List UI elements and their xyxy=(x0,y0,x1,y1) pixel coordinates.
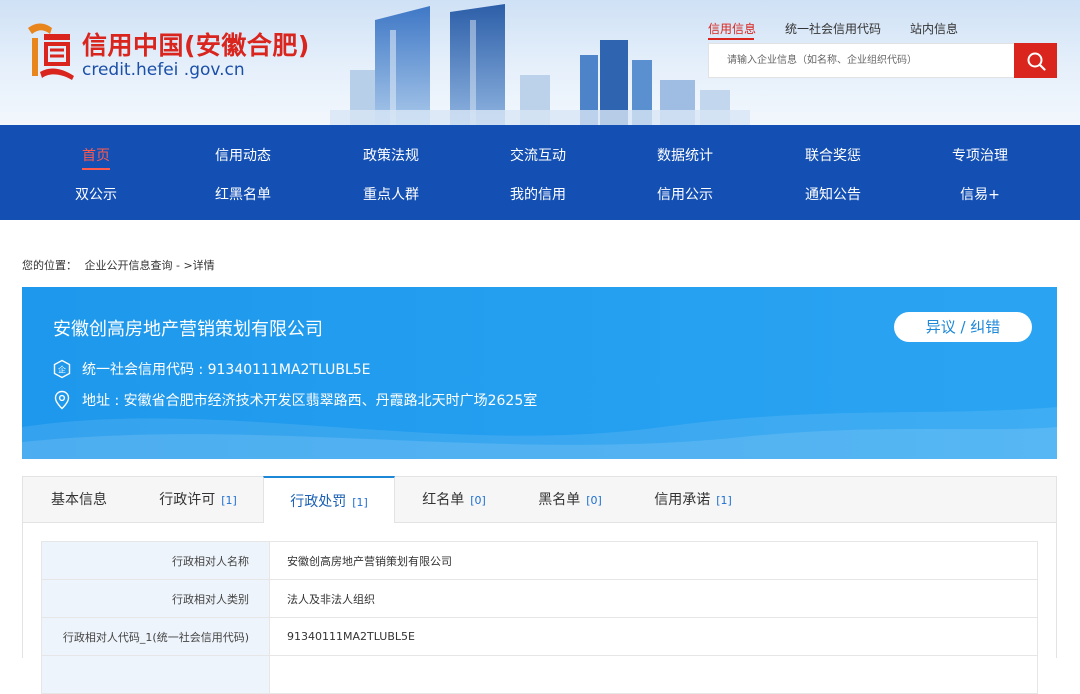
nav-item-home[interactable]: 首页 xyxy=(22,145,170,165)
company-name: 安徽创高房地产营销策划有限公司 xyxy=(53,319,323,340)
nav-item-credit-publicity[interactable]: 信用公示 xyxy=(611,184,759,204)
tabs-bar: 基本信息 行政许可 [1] 行政处罚 [1] 红名单 [0] 黑名单 [0] 信用承诺 [… xyxy=(23,476,1056,523)
tab-label: 红名单 xyxy=(422,492,465,508)
search-input[interactable] xyxy=(709,44,1014,77)
field-value: 安徽创高房地产营销策划有限公司 xyxy=(269,541,1038,580)
breadcrumb: 您的位置： 企业公开信息查询 - >详情 xyxy=(22,257,219,273)
nav-item-credit-news[interactable]: 信用动态 xyxy=(169,145,317,165)
location-pin-icon xyxy=(54,390,70,410)
svg-text:企: 企 xyxy=(58,365,66,375)
tab-label: 信用承诺 xyxy=(654,492,711,508)
search-button[interactable] xyxy=(1014,43,1057,78)
field-value: 91340111MA2TLUBL5E xyxy=(269,617,1038,656)
field-value: 法人及非法人组织 xyxy=(269,579,1038,618)
nav-item-interaction[interactable]: 交流互动 xyxy=(464,145,612,165)
table-row: 行政相对人代码_1(统一社会信用代码) 91340111MA2TLUBL5E xyxy=(41,617,1038,656)
tab-count: [0] xyxy=(586,494,602,507)
detail-panel: 基本信息 行政许可 [1] 行政处罚 [1] 红名单 [0] 黑名单 [0] 信用承诺 [… xyxy=(22,476,1057,694)
tab-count: [0] xyxy=(470,494,486,507)
logo-title: 信用中国(安徽合肥) xyxy=(82,31,310,60)
table-row: 行政相对人名称 安徽创高房地产营销策划有限公司 xyxy=(41,541,1038,580)
nav-active-indicator xyxy=(82,168,110,170)
field-label: 行政相对人类别 xyxy=(41,579,270,618)
top-link-site-info[interactable]: 站内信息 xyxy=(910,20,958,37)
site-logo[interactable]: 信用中国(安徽合肥) credit.hefei .gov.cn xyxy=(22,20,322,90)
tab-admin-penalty[interactable]: 行政处罚 [1] xyxy=(263,476,395,523)
search-icon xyxy=(1027,52,1046,71)
field-label: 行政相对人名称 xyxy=(41,541,270,580)
top-link-credit-info[interactable]: 信用信息 xyxy=(708,20,756,37)
top-link-credit-code[interactable]: 统一社会信用代码 xyxy=(785,20,881,37)
nav-item-my-credit[interactable]: 我的信用 xyxy=(464,184,612,204)
credit-logo-icon xyxy=(28,23,74,80)
field-value xyxy=(269,655,1038,694)
tab-count: [1] xyxy=(221,494,237,507)
search-box xyxy=(708,43,1015,78)
enterprise-badge-icon: 企 xyxy=(53,359,71,379)
nav-item-statistics[interactable]: 数据统计 xyxy=(611,145,759,165)
nav-item-special-governance[interactable]: 专项治理 xyxy=(906,145,1054,165)
tab-basic-info[interactable]: 基本信息 xyxy=(51,477,107,523)
tab-label: 基本信息 xyxy=(51,492,107,508)
main-nav: 首页 信用动态 政策法规 交流互动 数据统计 联合奖惩 专项治理 双公示 红黑名… xyxy=(0,125,1080,220)
nav-item-notices[interactable]: 通知公告 xyxy=(759,184,907,204)
nav-item-red-black-list[interactable]: 红黑名单 xyxy=(169,184,317,204)
nav-item-policy[interactable]: 政策法规 xyxy=(317,145,465,165)
address-text: 地址 : 安徽省合肥市经济技术开发区翡翠路西、丹霞路北天时广场2625室 xyxy=(82,393,538,409)
address-line: 地址 : 安徽省合肥市经济技术开发区翡翠路西、丹霞路北天时广场2625室 xyxy=(52,389,537,411)
credit-code-line: 企 统一社会信用代码 : 91340111MA2TLUBL5E xyxy=(52,358,371,380)
tab-red-list[interactable]: 红名单 [0] xyxy=(419,477,489,523)
tab-credit-commitment[interactable]: 信用承诺 [1] xyxy=(651,477,735,523)
tab-black-list[interactable]: 黑名单 [0] xyxy=(535,477,605,523)
nav-item-key-groups[interactable]: 重点人群 xyxy=(317,184,465,204)
site-header: 信用中国(安徽合肥) credit.hefei .gov.cn 信用信息 统一社… xyxy=(0,0,1080,125)
dispute-correction-button[interactable]: 异议 / 纠错 xyxy=(894,312,1032,342)
breadcrumb-prefix: 您的位置： xyxy=(22,259,77,272)
company-banner: 安徽创高房地产营销策划有限公司 异议 / 纠错 企 统一社会信用代码 : 913… xyxy=(22,287,1057,459)
nav-item-double-disclosure[interactable]: 双公示 xyxy=(22,184,170,204)
nav-item-rewards-punishments[interactable]: 联合奖惩 xyxy=(759,145,907,165)
field-label xyxy=(41,655,270,694)
top-link-active-indicator xyxy=(708,38,754,40)
credit-code-text: 统一社会信用代码 : 91340111MA2TLUBL5E xyxy=(82,362,371,378)
tab-label: 黑名单 xyxy=(538,492,581,508)
tab-label: 行政许可 xyxy=(159,492,216,508)
breadcrumb-path[interactable]: 企业公开信息查询 - >详情 xyxy=(85,259,215,272)
field-label: 行政相对人代码_1(统一社会信用代码) xyxy=(41,617,270,656)
penalty-detail-table: 行政相对人名称 安徽创高房地产营销策划有限公司 行政相对人类别 法人及非法人组织… xyxy=(41,541,1038,694)
table-row xyxy=(41,655,1038,694)
tab-admin-license[interactable]: 行政许可 [1] xyxy=(155,477,241,523)
table-row: 行政相对人类别 法人及非法人组织 xyxy=(41,579,1038,618)
city-skyline-image xyxy=(330,4,750,125)
logo-domain: credit.hefei .gov.cn xyxy=(82,60,245,80)
tab-count: [1] xyxy=(716,494,732,507)
nav-item-xinyi-plus[interactable]: 信易+ xyxy=(906,184,1054,204)
tab-count: [1] xyxy=(352,496,368,509)
tab-label: 行政处罚 xyxy=(290,494,347,510)
